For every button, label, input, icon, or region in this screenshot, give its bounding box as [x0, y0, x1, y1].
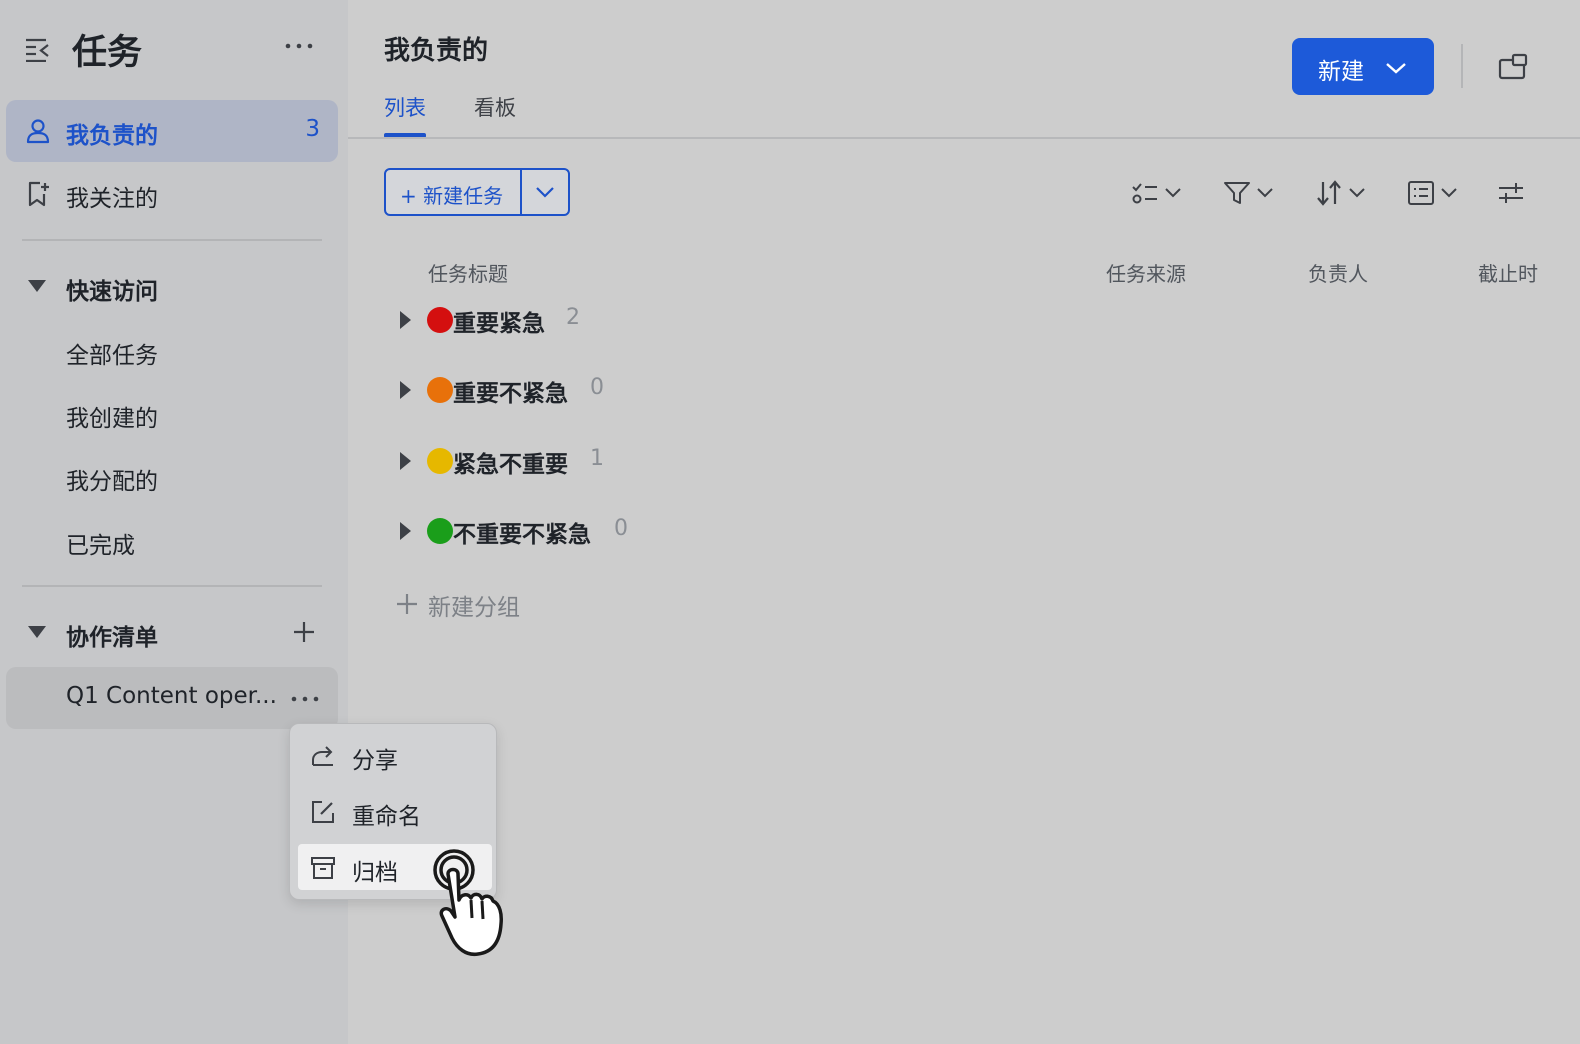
new-button[interactable]: 新建	[1292, 38, 1434, 95]
tab-kanban[interactable]: 看板	[474, 92, 516, 122]
sidebar-item-all-tasks[interactable]: 全部任务	[66, 336, 158, 370]
group-row[interactable]: 重要不紧急 0	[396, 370, 996, 410]
group-label: 重要不紧急	[453, 381, 568, 407]
filter-control[interactable]	[1222, 178, 1282, 208]
group-row[interactable]: 不重要不紧急 0	[396, 511, 996, 551]
more-options-icon[interactable]	[284, 34, 314, 58]
new-task-label: + 新建任务	[400, 184, 504, 208]
group-label: 不重要不紧急	[453, 522, 591, 548]
column-header-clip: 截止时	[1478, 250, 1538, 290]
tab-divider	[348, 137, 1580, 139]
sidebar-header: 任务	[0, 0, 348, 96]
menu-item-rename[interactable]: 重命名	[298, 788, 492, 834]
group-count: 1	[590, 446, 604, 471]
divider	[22, 585, 322, 587]
column-header-due[interactable]: 截止时	[1478, 258, 1538, 287]
expand-triangle-icon[interactable]	[400, 381, 411, 399]
collapse-sidebar-icon[interactable]	[24, 34, 52, 62]
group-row[interactable]: 重要紧急 2	[396, 300, 996, 340]
open-window-icon[interactable]	[1498, 52, 1528, 82]
column-header-source[interactable]: 任务来源	[1106, 258, 1186, 287]
sort-control[interactable]	[1314, 178, 1374, 208]
sort-icon	[1317, 180, 1341, 206]
add-list-icon[interactable]	[290, 618, 318, 646]
red-circle-icon	[427, 307, 453, 333]
section-label: 快速访问	[66, 279, 158, 305]
section-label: 协作清单	[66, 625, 158, 651]
tab-list[interactable]: 列表	[384, 92, 426, 122]
hand-pointer-cursor-icon	[433, 849, 503, 957]
column-header-assignee[interactable]: 负责人	[1308, 258, 1368, 287]
button-separator	[520, 170, 522, 214]
expand-triangle-icon[interactable]	[400, 311, 411, 329]
bookmark-follow-icon	[28, 181, 49, 207]
main-content: 我负责的 列表 看板 新建 + 新建任务 任务标题 任务来源 负责人 截止时 重…	[348, 0, 1580, 1044]
app-title: 任务	[72, 33, 143, 73]
checklist-icon	[1132, 183, 1157, 204]
adjust-settings-icon	[1499, 183, 1523, 203]
new-task-button[interactable]: + 新建任务	[384, 168, 570, 216]
sidebar-item-created[interactable]: 我创建的	[66, 399, 158, 433]
sidebar-item-label: 我负责的	[66, 123, 158, 149]
edit-icon	[312, 801, 334, 823]
caret-down-icon	[28, 626, 46, 638]
group-row[interactable]: 紧急不重要 1	[396, 441, 996, 481]
chevron-down-icon	[1257, 188, 1273, 198]
chevron-down-icon	[1165, 188, 1181, 198]
group-count: 0	[590, 375, 604, 400]
sidebar-item-completed[interactable]: 已完成	[66, 526, 135, 560]
caret-down-icon	[28, 280, 46, 292]
collab-list-section[interactable]: 协作清单	[0, 608, 348, 658]
expand-triangle-icon[interactable]	[400, 522, 411, 540]
task-type-filter[interactable]	[1130, 178, 1190, 208]
share-icon	[312, 746, 333, 766]
expand-triangle-icon[interactable]	[400, 452, 411, 470]
new-button-label: 新建	[1318, 59, 1364, 85]
sidebar-item-assigned[interactable]: 我分配的	[66, 462, 158, 496]
user-icon	[26, 119, 50, 144]
sidebar-item-label: 我关注的	[66, 186, 158, 212]
plus-icon	[397, 594, 417, 614]
quick-access-section[interactable]: 快速访问	[0, 262, 348, 312]
sidebar-item-following[interactable]: 我关注的	[6, 163, 338, 225]
column-header-title[interactable]: 任务标题	[428, 258, 508, 287]
menu-item-share[interactable]: 分享	[298, 732, 492, 778]
menu-item-label: 分享	[352, 748, 398, 774]
more-options-icon[interactable]	[290, 687, 320, 711]
filter-icon	[1224, 182, 1250, 204]
divider	[22, 239, 322, 241]
sidebar-item-my-tasks[interactable]: 我负责的 3	[6, 100, 338, 162]
group-label: 重要紧急	[453, 311, 545, 337]
menu-item-label: 归档	[352, 860, 398, 886]
archive-icon	[311, 857, 335, 879]
group-label: 紧急不重要	[453, 452, 568, 478]
settings-control[interactable]	[1496, 178, 1526, 208]
group-count: 2	[566, 305, 580, 330]
chevron-down-icon	[1386, 63, 1406, 74]
chevron-down-icon	[1441, 188, 1457, 198]
green-circle-icon	[427, 518, 453, 544]
add-group-label: 新建分组	[428, 595, 520, 621]
list-name: Q1 Content oper...	[66, 683, 277, 709]
group-view-control[interactable]	[1406, 178, 1466, 208]
group-count: 0	[614, 516, 628, 541]
page-title: 我负责的	[384, 36, 489, 66]
chevron-down-icon	[1349, 188, 1365, 198]
add-group-button[interactable]: 新建分组	[394, 588, 594, 622]
menu-item-label: 重命名	[352, 804, 421, 830]
yellow-circle-icon	[427, 448, 453, 474]
list-view-icon	[1408, 181, 1434, 205]
collab-list-item[interactable]: Q1 Content oper...	[6, 667, 338, 729]
header-separator	[1461, 44, 1463, 88]
task-count-badge: 3	[305, 116, 320, 142]
orange-circle-icon	[427, 377, 453, 403]
chevron-down-icon[interactable]	[534, 181, 556, 203]
